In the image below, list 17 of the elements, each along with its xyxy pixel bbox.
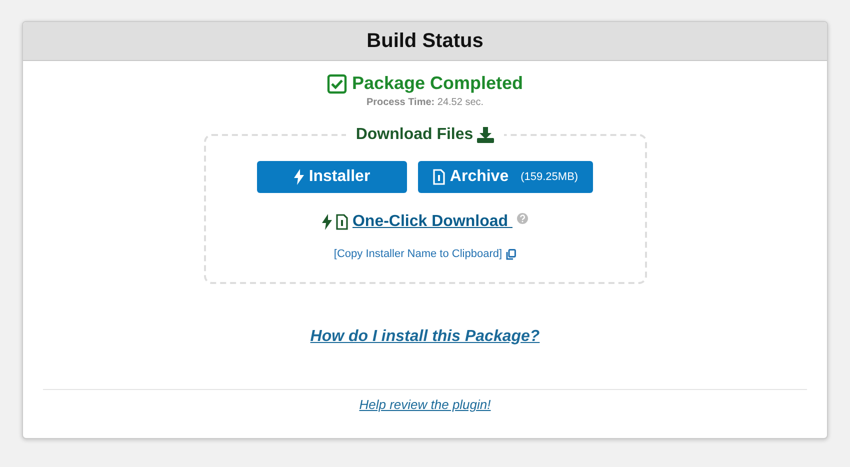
archive-button[interactable]: Archive (159.25MB) xyxy=(418,161,593,193)
panel-title: Build Status xyxy=(366,30,484,52)
file-archive-icon xyxy=(432,169,445,185)
install-help-link[interactable]: How do I install this Package? xyxy=(310,328,540,345)
process-time: Process Time: 24.52 sec. xyxy=(366,97,484,108)
lightning-icon xyxy=(322,214,332,230)
file-archive-icon xyxy=(336,214,348,230)
status-text: Package Completed xyxy=(352,73,524,94)
lightning-icon xyxy=(294,169,304,185)
download-icon xyxy=(477,127,494,143)
one-click-download-link[interactable]: One-Click Download xyxy=(352,213,512,231)
installer-button[interactable]: Installer xyxy=(257,161,407,193)
download-legend: Download Files xyxy=(356,126,474,144)
review-plugin-link[interactable]: Help review the plugin! xyxy=(359,397,491,412)
checkbox-checked-icon xyxy=(326,74,347,94)
copy-installer-name-link[interactable]: [Copy Installer Name to Clipboard] xyxy=(334,248,502,260)
copy-icon[interactable] xyxy=(506,248,516,260)
